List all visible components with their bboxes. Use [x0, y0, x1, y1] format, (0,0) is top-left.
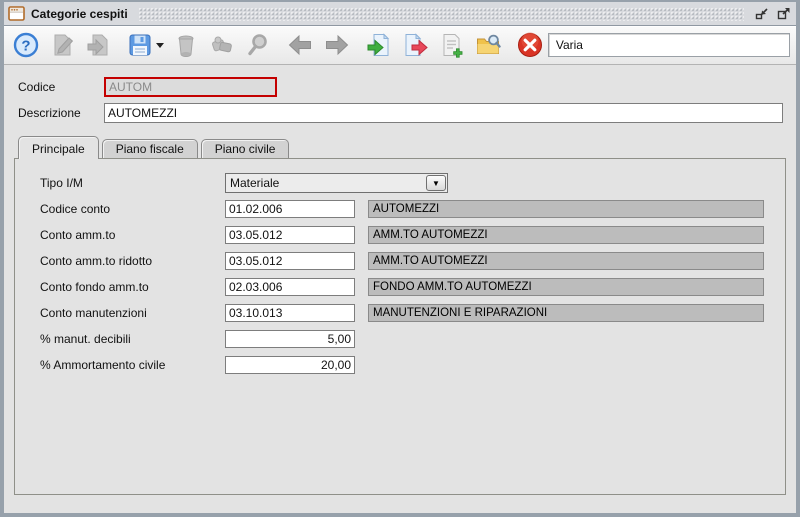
conto-ammto-ridotto-row: Conto amm.to ridotto AMM.TO AUTOMEZZI [40, 252, 785, 270]
close-icon [517, 32, 542, 57]
minimize-button[interactable] [754, 7, 770, 21]
perc-manut-row: % manut. decibili [40, 330, 785, 348]
tipo-im-label: Tipo I/M [40, 176, 83, 190]
previous-button[interactable] [282, 29, 318, 61]
new-document-icon [443, 34, 463, 58]
conto-fondo-ammto-label: Conto fondo amm.to [40, 280, 149, 294]
maximize-button[interactable] [776, 7, 792, 21]
import-icon [367, 33, 390, 56]
perc-ammortamento-civile-input[interactable] [225, 356, 355, 374]
svg-text:?: ? [22, 38, 31, 55]
codice-conto-label: Codice conto [40, 202, 111, 216]
conto-manutenzioni-description: MANUTENZIONI E RIPARAZIONI [368, 304, 764, 322]
titlebar-texture [137, 6, 744, 21]
maximize-icon [777, 7, 790, 19]
conto-ammto-ridotto-description: AMM.TO AUTOMEZZI [368, 252, 764, 270]
window-controls [754, 7, 792, 21]
export-icon [405, 33, 428, 56]
conto-ammto-description: AMM.TO AUTOMEZZI [368, 226, 764, 244]
conto-fondo-ammto-input[interactable] [225, 278, 355, 296]
conto-ammto-label: Conto amm.to [40, 228, 116, 242]
tab-piano-civile[interactable]: Piano civile [200, 139, 290, 158]
conto-fondo-ammto-description: FONDO AMM.TO AUTOMEZZI [368, 278, 764, 296]
perc-ammortamento-civile-row: % Ammortamento civile [40, 356, 785, 374]
tab-principale[interactable]: Principale [18, 136, 99, 159]
conto-manutenzioni-row: Conto manutenzioni MANUTENZIONI E RIPARA… [40, 304, 785, 322]
import-button[interactable] [361, 29, 397, 61]
perc-manut-label: % manut. decibili [40, 332, 131, 346]
codice-input[interactable] [104, 77, 277, 97]
main-content: Codice Descrizione Principale Piano fisc… [4, 65, 796, 495]
conto-ammto-ridotto-input[interactable] [225, 252, 355, 270]
archive-search-button[interactable] [469, 29, 505, 61]
descrizione-label: Descrizione [18, 106, 81, 120]
descrizione-input[interactable] [104, 103, 783, 123]
tipo-im-row: Tipo I/M Materiale ▼ [40, 173, 785, 193]
tab-bar: Principale Piano fiscale Piano civile [18, 135, 796, 159]
edit-button[interactable] [44, 29, 80, 61]
descrizione-row: Descrizione [18, 103, 783, 123]
perc-manut-input[interactable] [225, 330, 355, 348]
categorie-cespiti-window: Categorie cespiti ? Varia Codice AUTOM D… [0, 0, 800, 517]
arrow-right-icon [325, 34, 348, 56]
save-dropdown-arrow[interactable] [155, 42, 164, 48]
window-title: Categorie cespiti [31, 6, 128, 21]
tipo-im-combobox[interactable]: Materiale ▼ [225, 173, 448, 193]
search-icon [248, 34, 268, 56]
conto-ammto-ridotto-label: Conto amm.to ridotto [40, 254, 153, 268]
codice-row: Codice [18, 77, 783, 97]
duplicate-icon [212, 36, 232, 53]
toolbar-context-field[interactable]: Varia [547, 33, 790, 57]
export-button[interactable] [397, 29, 433, 61]
new-document-button[interactable] [433, 29, 469, 61]
edit-icon [54, 34, 74, 56]
save-button[interactable] [123, 29, 168, 61]
help-button[interactable]: ? [8, 29, 44, 61]
conto-manutenzioni-input[interactable] [225, 304, 355, 322]
toolbar: ? Varia [4, 26, 796, 65]
window-icon [8, 5, 26, 22]
conto-ammto-input[interactable] [225, 226, 355, 244]
conto-manutenzioni-label: Conto manutenzioni [40, 306, 147, 320]
codice-label: Codice [18, 80, 56, 94]
trash-icon [178, 35, 194, 57]
codice-conto-row: Codice conto AUTOMEZZI [40, 200, 785, 218]
help-icon: ? [13, 32, 39, 58]
new-page-icon [87, 34, 108, 56]
restore-down-icon [755, 7, 768, 19]
save-icon [129, 34, 151, 56]
arrow-left-icon [289, 34, 312, 56]
conto-ammto-row: Conto amm.to AMM.TO AUTOMEZZI [40, 226, 785, 244]
delete-button[interactable] [168, 29, 204, 61]
search-button[interactable] [240, 29, 276, 61]
folder-search-icon [476, 34, 501, 54]
titlebar[interactable]: Categorie cespiti [4, 2, 796, 26]
perc-ammortamento-civile-label: % Ammortamento civile [40, 358, 166, 372]
duplicate-button[interactable] [204, 29, 240, 61]
combo-selected-value: Materiale [230, 176, 280, 190]
toolbar-context-value: Varia [555, 38, 583, 52]
codice-conto-description: AUTOMEZZI [368, 200, 764, 218]
new-button[interactable] [81, 29, 117, 61]
close-button[interactable] [512, 29, 548, 61]
conto-fondo-ammto-row: Conto fondo amm.to FONDO AMM.TO AUTOMEZZ… [40, 278, 785, 296]
tab-piano-fiscale[interactable]: Piano fiscale [101, 139, 198, 158]
codice-conto-input[interactable] [225, 200, 355, 218]
chevron-down-icon[interactable]: ▼ [426, 175, 446, 191]
next-button[interactable] [319, 29, 355, 61]
tab-panel-principale: Tipo I/M Materiale ▼ Codice conto AUTOME… [14, 158, 786, 495]
